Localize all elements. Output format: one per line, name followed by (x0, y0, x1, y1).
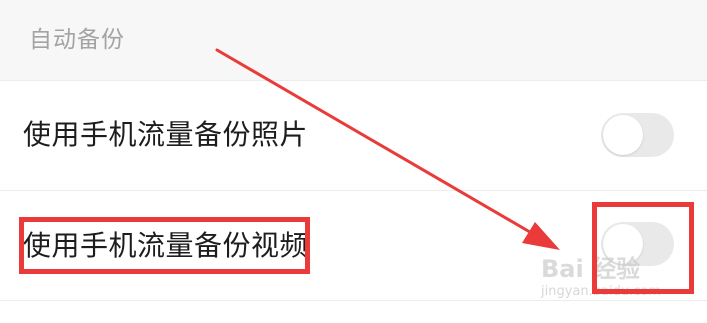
divider (0, 300, 707, 301)
arrow-head (522, 222, 560, 250)
toggle-knob (603, 115, 643, 155)
photo-backup-mobile-data-toggle[interactable] (601, 113, 674, 157)
divider (0, 80, 707, 81)
setting-label-video-backup: 使用手机流量备份视频 (23, 229, 309, 262)
divider (0, 190, 707, 191)
setting-label-photo-backup: 使用手机流量备份照片 (23, 118, 309, 151)
auto-backup-section-header: 自动备份 (0, 0, 707, 80)
toggle-knob (603, 224, 643, 264)
watermark-subtext: jingyan.baidu.com (541, 284, 661, 299)
section-title: 自动备份 (29, 27, 125, 53)
video-backup-mobile-data-toggle[interactable] (601, 222, 674, 266)
settings-screen: 自动备份 使用手机流量备份照片 使用手机流量备份视频 Bai 经验 jingya… (0, 0, 707, 323)
